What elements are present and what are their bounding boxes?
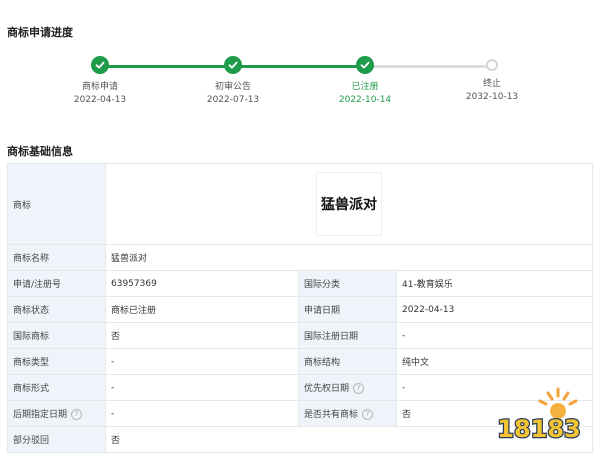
- field-label: 商标名称: [7, 244, 106, 271]
- progress-step-application: 商标申请 2022-04-13: [45, 56, 155, 106]
- step-date: 2032-10-13: [465, 92, 519, 102]
- field-value: 猛兽派对: [104, 244, 594, 271]
- field-value: 41-教育娱乐: [395, 270, 594, 297]
- step-date: 2022-04-13: [73, 95, 127, 105]
- basic-info-section-title: 商标基础信息: [7, 145, 73, 158]
- trademark-image: 猛兽派对: [316, 172, 383, 236]
- field-label: 国际商标: [7, 322, 106, 349]
- step-label: 终止: [482, 79, 501, 89]
- pending-dot-icon: [486, 59, 498, 71]
- table-row: 商标名称 猛兽派对: [7, 244, 594, 271]
- table-row: 申请/注册号 63957369 国际分类 41-教育娱乐: [7, 270, 594, 297]
- field-label: 商标状态: [7, 296, 106, 323]
- field-value: 63957369: [105, 270, 299, 297]
- check-icon: [356, 56, 374, 74]
- step-label: 商标申请: [81, 82, 118, 92]
- field-value: -: [105, 348, 299, 375]
- field-label: 商标: [7, 163, 106, 245]
- watermark-logo-icon: 18183: [496, 387, 582, 444]
- field-label: 优先权日期: [304, 384, 350, 394]
- field-value: 纯中文: [395, 348, 594, 375]
- field-value: 猛兽派对: [104, 163, 594, 245]
- table-row: 国际商标 否 国际注册日期 -: [7, 322, 594, 349]
- watermark-text: 18183: [497, 415, 581, 443]
- field-label-with-help: 优先权日期?: [298, 374, 397, 401]
- field-value: 商标已注册: [105, 296, 299, 323]
- field-label: 后期指定日期: [13, 410, 68, 420]
- help-icon[interactable]: ?: [353, 383, 365, 394]
- help-icon[interactable]: ?: [71, 409, 83, 420]
- field-value: -: [105, 374, 299, 401]
- table-row: 商标状态 商标已注册 申请日期 2022-04-13: [7, 296, 594, 323]
- field-label: 是否共有商标: [304, 410, 359, 420]
- check-icon: [224, 56, 242, 74]
- help-icon[interactable]: ?: [362, 409, 374, 420]
- progress-step-registered: 已注册 2022-10-14: [310, 56, 420, 106]
- field-label: 申请日期: [298, 296, 397, 323]
- step-date: 2022-07-13: [206, 95, 260, 105]
- field-label: 国际注册日期: [298, 322, 397, 349]
- field-value: -: [395, 322, 594, 349]
- field-label: 商标类型: [7, 348, 106, 375]
- step-label: 初审公告: [214, 82, 251, 92]
- progress-step-expiry: 终止 2032-10-13: [437, 56, 547, 103]
- progress-step-preliminary: 初审公告 2022-07-13: [178, 56, 288, 106]
- field-label: 部分驳回: [7, 426, 106, 453]
- field-label: 国际分类: [298, 270, 397, 297]
- step-date: 2022-10-14: [338, 95, 392, 105]
- table-row: 商标 猛兽派对: [7, 163, 594, 245]
- field-label-with-help: 是否共有商标?: [298, 400, 397, 427]
- field-label: 申请/注册号: [7, 270, 106, 297]
- field-value: 否: [105, 322, 299, 349]
- field-value: -: [105, 400, 299, 427]
- field-value: 2022-04-13: [395, 296, 594, 323]
- progress-section-title: 商标申请进度: [7, 26, 73, 39]
- table-row: 商标类型 - 商标结构 纯中文: [7, 348, 594, 375]
- field-label: 商标结构: [298, 348, 397, 375]
- check-icon: [91, 56, 109, 74]
- step-label: 已注册: [351, 82, 379, 92]
- field-label: 商标形式: [7, 374, 106, 401]
- field-label-with-help: 后期指定日期?: [7, 400, 106, 427]
